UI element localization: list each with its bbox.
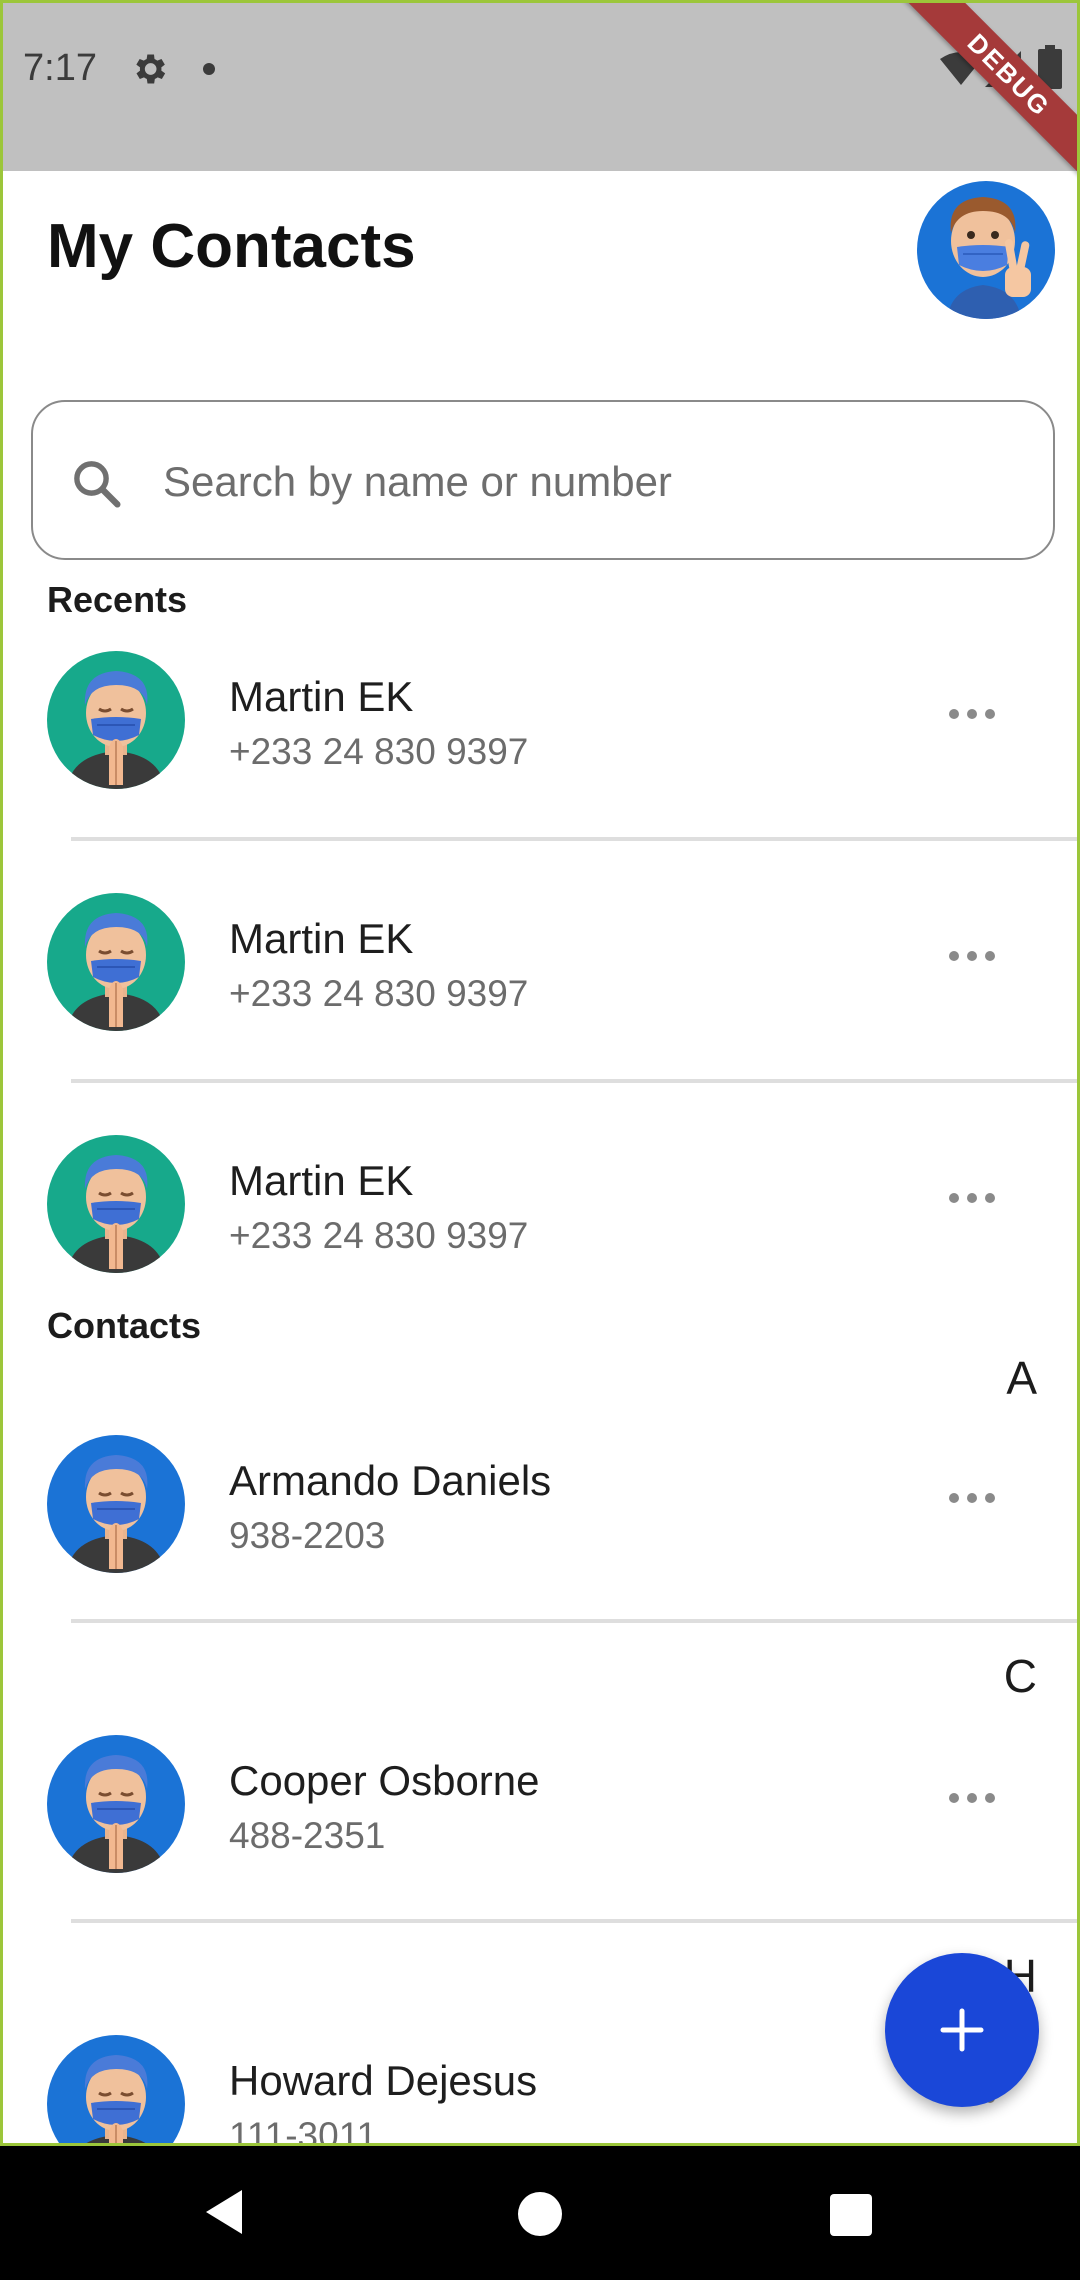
divider (71, 1919, 1077, 1923)
add-contact-button[interactable] (885, 1953, 1039, 2107)
notification-dot-icon (203, 63, 215, 75)
status-bar: 7:17 DEBUG (3, 3, 1077, 182)
memoji-avatar-icon (47, 651, 185, 789)
contact-row[interactable]: Armando Daniels 938-2203 (3, 1411, 1077, 1581)
memoji-avatar-icon (47, 1435, 185, 1573)
recents-icon[interactable] (830, 2194, 872, 2236)
memoji-avatar-icon (47, 2035, 185, 2146)
contact-name: Cooper Osborne (229, 1757, 540, 1804)
more-options-icon[interactable] (947, 1491, 997, 1505)
avatar (47, 2035, 185, 2146)
more-options-icon[interactable] (947, 1191, 997, 1205)
avatar (47, 651, 185, 789)
memoji-avatar-icon (917, 181, 1055, 319)
divider (71, 837, 1077, 841)
contact-name: Armando Daniels (229, 1457, 552, 1504)
contact-phone: +233 24 830 9397 (229, 1215, 529, 1256)
contact-phone: 488-2351 (229, 1815, 386, 1856)
more-options-icon[interactable] (947, 949, 997, 963)
avatar (47, 893, 185, 1031)
plus-icon (940, 2008, 984, 2052)
divider (71, 1619, 1077, 1623)
profile-avatar[interactable] (917, 181, 1055, 319)
memoji-avatar-icon (47, 1735, 185, 1873)
recent-contact-row[interactable]: Martin EK +233 24 830 9397 (3, 1111, 1077, 1281)
debug-banner: DEBUG (902, 3, 1077, 182)
contact-phone: +233 24 830 9397 (229, 731, 529, 772)
contacts-label: Contacts (47, 1305, 202, 1346)
contact-row[interactable]: Cooper Osborne 488-2351 (3, 1711, 1077, 1881)
avatar (47, 1735, 185, 1873)
recent-contact-row[interactable]: Martin EK +233 24 830 9397 (3, 627, 1077, 797)
more-options-icon[interactable] (947, 1791, 997, 1805)
search-bar[interactable] (31, 400, 1055, 560)
avatar (47, 1135, 185, 1273)
letter-header: A (1006, 1352, 1037, 1404)
page-title: My Contacts (47, 212, 416, 281)
contact-phone: 938-2203 (229, 1515, 386, 1556)
recents-label: Recents (47, 579, 188, 620)
search-icon (74, 461, 121, 508)
contact-name: Howard Dejesus (229, 2057, 538, 2104)
contact-phone: 111-3011 (229, 2115, 378, 2146)
contact-name: Martin EK (229, 673, 414, 720)
divider (71, 1079, 1077, 1083)
contact-phone: +233 24 830 9397 (229, 973, 529, 1014)
status-time: 7:17 (23, 47, 97, 89)
memoji-avatar-icon (47, 893, 185, 1031)
memoji-avatar-icon (47, 1135, 185, 1273)
search-input[interactable] (163, 442, 1023, 522)
back-icon[interactable] (202, 2188, 246, 2236)
more-options-icon[interactable] (947, 707, 997, 721)
system-nav-bar (0, 2146, 1080, 2280)
contact-name: Martin EK (229, 1157, 414, 1204)
letter-header: C (1003, 1650, 1037, 1702)
gear-icon (136, 54, 166, 84)
recent-contact-row[interactable]: Martin EK +233 24 830 9397 (3, 869, 1077, 1039)
avatar (47, 1435, 185, 1573)
contact-name: Martin EK (229, 915, 414, 962)
home-icon[interactable] (518, 2192, 562, 2236)
app-frame: 7:17 DEBUG My Contacts Recents (0, 0, 1080, 2146)
